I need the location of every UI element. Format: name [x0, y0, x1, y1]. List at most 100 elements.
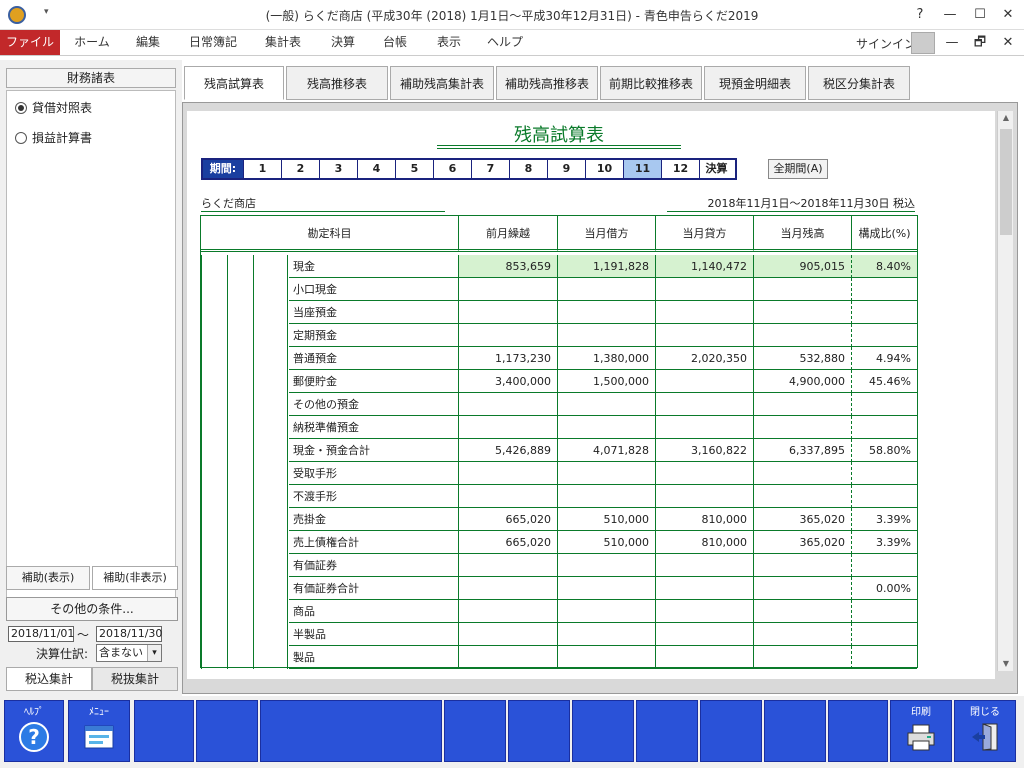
account-name: 商品	[289, 600, 459, 623]
avatar[interactable]	[911, 32, 935, 54]
table-row[interactable]: 半製品	[201, 623, 917, 646]
tab-tax-category-summary[interactable]: 税区分集計表	[808, 66, 910, 100]
settlement-entry-select[interactable]: 含まない ▾	[96, 644, 162, 662]
tab-sub-show[interactable]: 補助(表示)	[6, 566, 90, 590]
menu-fkey[interactable]: ﾒﾆｭｰ	[68, 700, 130, 762]
fkey-blank[interactable]	[700, 700, 762, 762]
tab-sub-balance-transition[interactable]: 補助残高推移表	[496, 66, 598, 100]
date-to-input[interactable]: 2018/11/30	[96, 626, 162, 642]
table-row[interactable]: 現金・預金合計 5,426,889 4,071,828 3,160,822 6,337,…	[201, 439, 917, 462]
other-conditions-button[interactable]: その他の条件...	[6, 597, 178, 621]
table-row[interactable]: 売掛金 665,020 510,000 810,000 365,020 3.39%	[201, 508, 917, 531]
fkey-blank[interactable]	[508, 700, 570, 762]
table-row[interactable]: 小口現金	[201, 278, 917, 301]
account-name: 製品	[289, 646, 459, 669]
radio-income-statement[interactable]: 損益計算書	[15, 129, 92, 147]
maximize-icon[interactable]: ☐	[968, 4, 992, 26]
minimize-icon[interactable]: —	[938, 4, 962, 26]
print-fkey[interactable]: 印刷	[890, 700, 952, 762]
tab-cash-deposit-detail[interactable]: 現預金明細表	[704, 66, 806, 100]
table-row[interactable]: 商品	[201, 600, 917, 623]
tab-tax-excluded[interactable]: 税抜集計	[92, 667, 178, 691]
cell-prev	[458, 623, 557, 646]
scroll-down-icon[interactable]: ▼	[998, 657, 1014, 671]
fkey-blank[interactable]	[444, 700, 506, 762]
fkey-blank[interactable]	[764, 700, 826, 762]
table-row[interactable]: 定期預金	[201, 324, 917, 347]
company-name: らくだ商店	[201, 195, 445, 212]
period-cell[interactable]: 1	[243, 160, 281, 178]
help-icon[interactable]: ?	[908, 4, 932, 26]
scroll-up-icon[interactable]: ▲	[998, 111, 1014, 125]
fkey-blank[interactable]	[828, 700, 888, 762]
fkey-blank[interactable]	[572, 700, 634, 762]
period-cell[interactable]: 決算	[699, 160, 733, 178]
table-row[interactable]: 有価証券合計 0.00%	[201, 577, 917, 600]
tab-trial-balance[interactable]: 残高試算表	[184, 66, 284, 100]
fkey-blank[interactable]	[134, 700, 194, 762]
tab-tax-included[interactable]: 税込集計	[6, 667, 92, 691]
fkey-blank[interactable]	[636, 700, 698, 762]
full-period-button[interactable]: 全期間(A)	[768, 159, 828, 179]
menu-help[interactable]: ヘルプ	[480, 30, 530, 55]
table-row[interactable]: 受取手形	[201, 462, 917, 485]
period-cell[interactable]: 12	[661, 160, 699, 178]
document-close-icon[interactable]: ✕	[996, 32, 1020, 54]
cell-credit	[655, 462, 753, 485]
cell-bal	[753, 393, 851, 416]
radio-unchecked-icon[interactable]	[15, 132, 27, 144]
ribbon-minimize-icon[interactable]: —	[940, 32, 964, 54]
period-cell[interactable]: 11	[623, 160, 661, 178]
menu-edit[interactable]: 編集	[122, 30, 174, 55]
table-row[interactable]: 有価証券	[201, 554, 917, 577]
menu-file[interactable]: ファイル	[0, 30, 60, 55]
table-row[interactable]: その他の預金	[201, 393, 917, 416]
table-row[interactable]: 普通預金 1,173,230 1,380,000 2,020,350 532,880 4.…	[201, 347, 917, 370]
table-row[interactable]: 売上債権合計 665,020 510,000 810,000 365,020 3.39%	[201, 531, 917, 554]
menu-ledger[interactable]: 台帳	[372, 30, 418, 55]
radio-checked-icon[interactable]	[15, 102, 27, 114]
date-from-input[interactable]: 2018/11/01	[8, 626, 74, 642]
signin-link[interactable]: サインイン	[856, 35, 916, 52]
header-ratio: 構成比(%)	[851, 216, 917, 252]
tab-prior-period-comparison[interactable]: 前期比較推移表	[600, 66, 702, 100]
table-row[interactable]: 郵便貯金 3,400,000 1,500,000 4,900,000 45.46%	[201, 370, 917, 393]
restore-icon[interactable]: 🗗	[968, 32, 992, 54]
chevron-down-icon[interactable]: ▾	[147, 645, 161, 661]
question-icon: ?	[19, 722, 49, 752]
period-cell[interactable]: 6	[433, 160, 471, 178]
close-icon[interactable]: ✕	[996, 4, 1020, 26]
header-prev-balance: 前月繰越	[458, 216, 557, 252]
menu-daily-bookkeeping[interactable]: 日常簿記	[180, 30, 246, 55]
menu-home[interactable]: ホーム	[66, 30, 118, 55]
close-fkey[interactable]: 閉じる	[954, 700, 1016, 762]
table-row[interactable]: 製品	[201, 646, 917, 669]
fkey-blank[interactable]	[196, 700, 258, 762]
cell-debit: 1,500,000	[557, 370, 655, 393]
period-cell[interactable]: 7	[471, 160, 509, 178]
tab-sub-hide[interactable]: 補助(非表示)	[92, 566, 178, 590]
vertical-scrollbar[interactable]: ▲ ▼	[997, 111, 1013, 671]
fkey-blank[interactable]	[260, 700, 442, 762]
period-cell[interactable]: 8	[509, 160, 547, 178]
radio-balance-sheet[interactable]: 貸借対照表	[15, 99, 92, 117]
scroll-thumb[interactable]	[1000, 129, 1012, 235]
table-row[interactable]: 当座預金	[201, 301, 917, 324]
table-row[interactable]: 現金 853,659 1,191,828 1,140,472 905,015 8.40%	[201, 255, 917, 278]
period-cell[interactable]: 3	[319, 160, 357, 178]
tree-line	[287, 255, 288, 669]
table-row[interactable]: 納税準備預金	[201, 416, 917, 439]
menu-summary[interactable]: 集計表	[252, 30, 314, 55]
period-cell[interactable]: 2	[281, 160, 319, 178]
period-cell[interactable]: 4	[357, 160, 395, 178]
period-cell[interactable]: 9	[547, 160, 585, 178]
help-fkey[interactable]: ﾍﾙﾌﾟ ?	[4, 700, 64, 762]
tab-balance-transition[interactable]: 残高推移表	[286, 66, 388, 100]
menu-view[interactable]: 表示	[424, 30, 474, 55]
tab-sub-balance-summary[interactable]: 補助残高集計表	[390, 66, 494, 100]
table-row[interactable]: 不渡手形	[201, 485, 917, 508]
period-cell[interactable]: 10	[585, 160, 623, 178]
cell-credit	[655, 600, 753, 623]
menu-settlement[interactable]: 決算	[320, 30, 366, 55]
period-cell[interactable]: 5	[395, 160, 433, 178]
